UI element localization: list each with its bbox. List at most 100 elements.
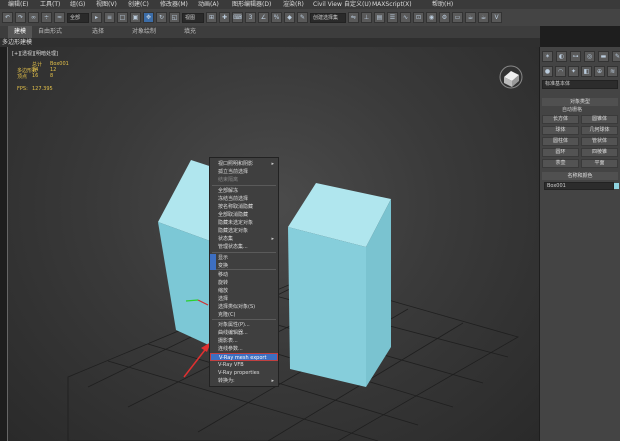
create-button-7[interactable]: 四棱锥 — [581, 148, 618, 157]
context-menu-item[interactable]: 旋转 — [210, 279, 278, 287]
create-tab-icon[interactable]: ✶ — [542, 51, 553, 62]
context-menu-item[interactable]: 移动 — [210, 271, 278, 279]
menu-5[interactable]: 修改器(M) — [160, 0, 188, 9]
menu-2[interactable]: 组(G) — [70, 0, 85, 9]
angle-snap-icon[interactable]: ∠ — [258, 12, 269, 23]
selection-filter-dropdown[interactable]: 全部 — [67, 12, 89, 23]
context-menu-item[interactable]: 冻结当前选择 — [210, 195, 278, 203]
context-menu-item[interactable]: 选择 — [210, 295, 278, 303]
object-color-swatch[interactable] — [614, 183, 619, 189]
polygon-modeling-label[interactable]: 多边形建模 — [2, 38, 32, 47]
context-menu-item[interactable]: 全部取消隐藏 — [210, 211, 278, 219]
keyboard-shortcut-icon[interactable]: ⌨ — [232, 12, 243, 23]
create-button-1[interactable]: 圆锥体 — [581, 115, 618, 124]
display-tab-icon[interactable]: ▬ — [598, 51, 609, 62]
create-button-5[interactable]: 管状体 — [581, 137, 618, 146]
ribbon-tab-2[interactable]: 选择 — [92, 26, 104, 38]
context-menu-item[interactable]: 选择类似对象(S) — [210, 303, 278, 311]
menu-0[interactable]: 编辑(E) — [8, 0, 28, 9]
utilities-tab-icon[interactable]: ✎ — [612, 51, 620, 62]
context-menu-item[interactable]: V-Ray properties — [210, 369, 278, 377]
context-menu-item[interactable]: 结束隔离 — [210, 176, 278, 184]
menu-9[interactable]: Civil View — [313, 0, 342, 9]
undo-icon[interactable]: ↶ — [2, 12, 13, 23]
context-menu-item[interactable]: 状态集 ▸ — [210, 235, 278, 243]
rotate-icon[interactable]: ↻ — [156, 12, 167, 23]
viewport-label[interactable]: [+][透视][明暗处理] — [12, 50, 58, 57]
select-manipulate-icon[interactable]: ✚ — [219, 12, 230, 23]
menu-item-vray-mesh-export[interactable]: V-Ray mesh export — [210, 353, 278, 361]
cameras-icon[interactable]: ◧ — [581, 66, 592, 77]
rect-select-icon[interactable]: □ — [117, 12, 128, 23]
spacewarps-icon[interactable]: ≋ — [607, 66, 618, 77]
context-menu-item[interactable]: 显示 — [210, 254, 278, 262]
category-dropdown[interactable]: 标准基本体 — [542, 80, 618, 89]
render-iterative-icon[interactable]: ☕ — [478, 12, 489, 23]
create-button-4[interactable]: 圆柱体 — [542, 137, 579, 146]
material-editor-icon[interactable]: ◉ — [426, 12, 437, 23]
select-object-icon[interactable]: ▸ — [91, 12, 102, 23]
create-button-9[interactable]: 平面 — [581, 159, 618, 168]
move-icon[interactable]: ✥ — [143, 12, 154, 23]
ribbon-tab-0[interactable]: 建模 — [8, 26, 33, 38]
reference-coordinate-dropdown[interactable]: 视图 — [182, 12, 204, 23]
spinner-snap-icon[interactable]: ◆ — [284, 12, 295, 23]
context-menu-item[interactable]: V-Ray VFB — [210, 361, 278, 369]
name-color-rollout[interactable]: 名称和颜色 — [542, 172, 618, 180]
geometry-icon[interactable]: ● — [542, 66, 553, 77]
mirror-icon[interactable]: ⇋ — [348, 12, 359, 23]
render-frame-icon[interactable]: ▭ — [452, 12, 463, 23]
menu-10[interactable]: 自定义(U) — [344, 0, 371, 9]
menu-3[interactable]: 视图(V) — [96, 0, 117, 9]
ribbon-tab-1[interactable]: 自由形式 — [38, 26, 62, 38]
shapes-icon[interactable]: ◠ — [555, 66, 566, 77]
link-icon[interactable]: ∞ — [28, 12, 39, 23]
scene-explorer-icon[interactable]: ☰ — [387, 12, 398, 23]
create-button-6[interactable]: 圆环 — [542, 148, 579, 157]
snap-icon[interactable]: 3 — [245, 12, 256, 23]
menu-7[interactable]: 图形编辑器(D) — [232, 0, 271, 9]
percent-snap-icon[interactable]: % — [271, 12, 282, 23]
context-menu-item[interactable]: 摄影表... — [210, 337, 278, 345]
context-menu-item[interactable]: 隐藏未选定对象 — [210, 219, 278, 227]
redo-icon[interactable]: ↷ — [15, 12, 26, 23]
menu-11[interactable]: MAXScript(X) — [372, 0, 412, 9]
motion-tab-icon[interactable]: ◎ — [584, 51, 595, 62]
context-menu-item[interactable]: 变换 — [210, 262, 278, 270]
context-menu-item[interactable]: 曲线编辑器... — [210, 329, 278, 337]
curve-editor-icon[interactable]: ∿ — [400, 12, 411, 23]
context-menu-item[interactable]: 对象属性(P)... — [210, 321, 278, 329]
context-menu-item[interactable]: 孤立当前选择 — [210, 168, 278, 176]
hierarchy-tab-icon[interactable]: ⊶ — [570, 51, 581, 62]
bind-icon[interactable]: ≈ — [54, 12, 65, 23]
menu-8[interactable]: 渲染(R) — [283, 0, 304, 9]
vray-icon[interactable]: V — [491, 12, 502, 23]
select-by-name-icon[interactable]: ≡ — [104, 12, 115, 23]
menu-6[interactable]: 动画(A) — [198, 0, 219, 9]
object-name-field[interactable]: Box001 — [544, 182, 614, 190]
object-type-rollout[interactable]: 对象类型 — [542, 98, 618, 106]
context-menu-item[interactable]: 连线参数... — [210, 345, 278, 353]
edit-named-selection-icon[interactable]: ✎ — [297, 12, 308, 23]
context-menu-item[interactable]: 克隆(C) — [210, 311, 278, 319]
render-icon[interactable]: ☕ — [465, 12, 476, 23]
menu-4[interactable]: 创建(C) — [128, 0, 149, 9]
scale-icon[interactable]: ◱ — [169, 12, 180, 23]
create-button-0[interactable]: 长方体 — [542, 115, 579, 124]
render-setup-icon[interactable]: ⚙ — [439, 12, 450, 23]
menu-1[interactable]: 工具(T) — [40, 0, 60, 9]
helpers-icon[interactable]: ⊕ — [594, 66, 605, 77]
ribbon-tab-3[interactable]: 对象绘制 — [132, 26, 156, 38]
context-menu-item[interactable]: 缩放 — [210, 287, 278, 295]
autogrid-checkbox[interactable]: 自动栅格 — [562, 106, 582, 113]
context-menu-item[interactable]: 转换为: ▸ — [210, 377, 278, 385]
create-button-3[interactable]: 几何球体 — [581, 126, 618, 135]
lights-icon[interactable]: ✦ — [568, 66, 579, 77]
schematic-view-icon[interactable]: ⊡ — [413, 12, 424, 23]
ribbon-tab-4[interactable]: 填充 — [184, 26, 196, 38]
named-selection-dropdown[interactable]: 创建选择集 — [310, 12, 346, 23]
context-menu-item[interactable]: 全部解冻 — [210, 187, 278, 195]
menu-12[interactable]: 帮助(H) — [432, 0, 453, 9]
modify-tab-icon[interactable]: ◐ — [556, 51, 567, 62]
align-icon[interactable]: ⊥ — [361, 12, 372, 23]
